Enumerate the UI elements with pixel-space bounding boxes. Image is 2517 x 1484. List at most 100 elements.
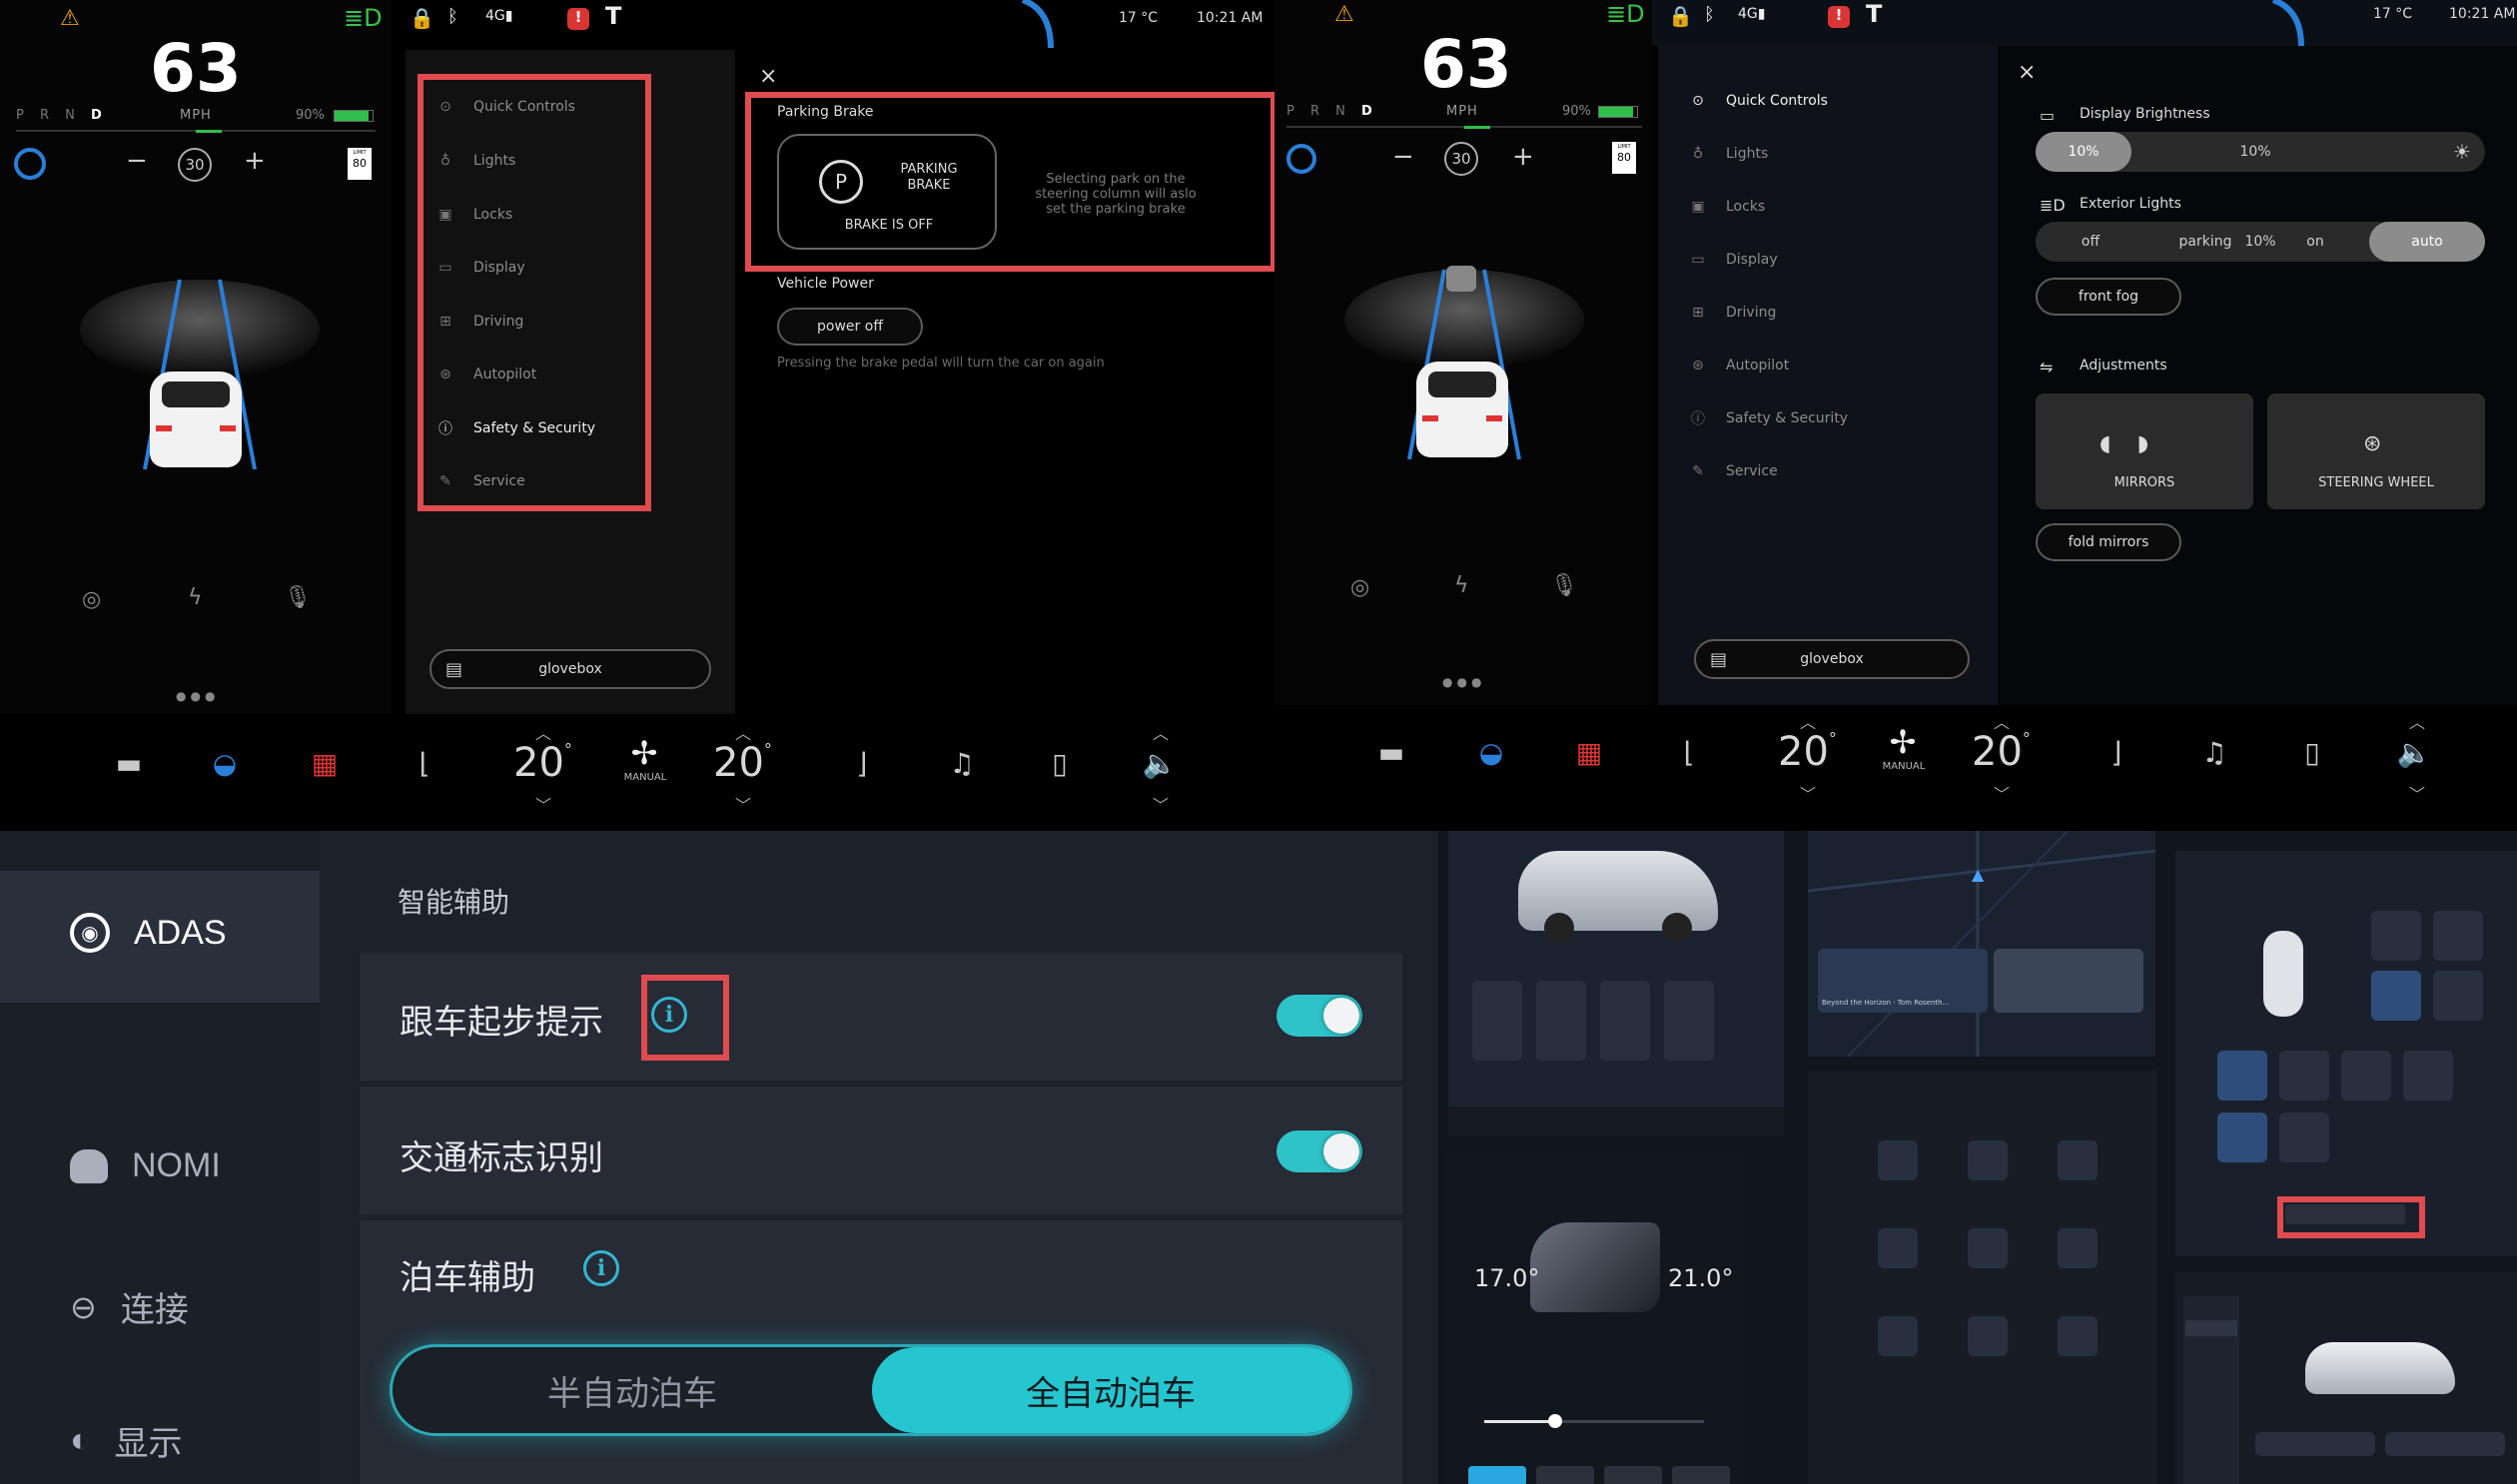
thumbnail-app-grid[interactable] (1808, 1071, 2157, 1484)
menu-item-service[interactable]: ✎ Service (1688, 458, 1778, 484)
tire-pressure-icon[interactable]: ◎ (1350, 575, 1369, 600)
temp-down-right[interactable]: ﹀ (735, 792, 751, 816)
app-icon[interactable] (2058, 1228, 2098, 1268)
parking-option-semi-auto[interactable]: 半自动泊车 (393, 1347, 872, 1433)
volume-down[interactable]: ﹀ (2409, 781, 2425, 805)
glovebox-button[interactable]: ▤ glovebox (429, 649, 711, 689)
microphone-icon[interactable]: 🎙 (284, 585, 312, 610)
rear-defrost-icon[interactable]: ▦ (300, 738, 350, 788)
thumbnail-navigation[interactable]: ▲ Beyond the Horizon · Tom Rosenth... (1808, 831, 2155, 1057)
temp-down-right[interactable]: ﹀ (1994, 781, 2010, 805)
settings-tile[interactable] (2385, 1432, 2505, 1456)
ac-max-button[interactable] (1672, 1466, 1730, 1484)
fold-mirrors-button[interactable]: fold mirrors (2036, 523, 2181, 561)
temp-down-left[interactable]: ﹀ (1800, 781, 1816, 805)
tesla-logo-icon[interactable]: T (1866, 0, 1882, 28)
music-icon[interactable]: ♫ (937, 738, 987, 788)
phone-icon[interactable]: ▯ (2287, 727, 2337, 777)
tesla-logo-icon[interactable]: T (605, 2, 621, 30)
steering-autopilot-icon[interactable] (14, 148, 46, 180)
brightness-thumb[interactable]: 10% (2036, 132, 2131, 172)
app-icon[interactable] (1968, 1228, 2008, 1268)
lock-icon[interactable]: 🔒 (1668, 4, 1693, 28)
volume-icon[interactable]: 🔈 (1135, 738, 1185, 788)
exterior-option-auto[interactable]: auto (2369, 222, 2485, 262)
steering-autopilot-icon[interactable] (1286, 144, 1316, 174)
close-icon[interactable]: × (2018, 60, 2036, 85)
route-card[interactable] (1994, 949, 2143, 1013)
app-icon[interactable] (2058, 1140, 2098, 1180)
music-icon[interactable]: ♫ (2189, 727, 2239, 777)
quick-tile[interactable] (1536, 981, 1586, 1061)
cruise-minus-button[interactable]: − (126, 146, 148, 176)
volume-down[interactable]: ﹀ (1153, 792, 1169, 816)
fan-slider-thumb[interactable] (1548, 1414, 1562, 1428)
seat-heater-left-icon[interactable]: ⌊ (400, 738, 449, 788)
exterior-option-on[interactable]: on (2285, 222, 2345, 262)
ac-button[interactable] (1536, 1466, 1594, 1484)
steering-wheel-button[interactable]: ⊛ STEERING WHEEL (2267, 393, 2485, 509)
alert-icon[interactable]: ! (567, 8, 589, 30)
quick-tile[interactable] (1600, 981, 1650, 1061)
sidebar-item-adas[interactable]: ◉ ADAS (70, 913, 227, 953)
auto-button[interactable] (1604, 1466, 1662, 1484)
parking-option-full-auto[interactable]: 全自动泊车 (872, 1347, 1349, 1433)
menu-item-safety-security[interactable]: ⓘ Safety & Security (1688, 405, 1848, 431)
app-icon[interactable] (2058, 1316, 2098, 1356)
sidebar-item-nomi[interactable]: NOMI (70, 1146, 221, 1185)
car-icon[interactable]: ▬ (1366, 727, 1416, 777)
fan-icon[interactable]: ✢ (1878, 717, 1928, 767)
app-icon[interactable] (1878, 1140, 1918, 1180)
fan-icon[interactable]: ✢ (619, 728, 669, 778)
cruise-minus-button[interactable]: − (1392, 142, 1414, 172)
temp-down-left[interactable]: ﹀ (535, 792, 551, 816)
seat-heater-right-icon[interactable]: ⌋ (837, 738, 887, 788)
info-icon[interactable]: i (583, 1250, 619, 1286)
brightness-slider[interactable]: 10% 10% ☀ (2036, 132, 2485, 172)
settings-item-active[interactable] (2185, 1320, 2237, 1336)
app-icon[interactable] (1968, 1140, 2008, 1180)
exterior-option-parking[interactable]: parking (2165, 222, 2245, 262)
close-icon[interactable]: × (759, 64, 777, 89)
app-icon[interactable] (1878, 1316, 1918, 1356)
control-tile[interactable] (2433, 911, 2483, 961)
thumbnail-settings[interactable] (2175, 1272, 2517, 1484)
exterior-lights-selector[interactable]: off parking 10% on auto (2036, 222, 2485, 262)
app-icon[interactable] (1878, 1228, 1918, 1268)
phone-icon[interactable]: ▯ (1035, 738, 1085, 788)
control-tile-active[interactable] (2217, 1113, 2267, 1162)
lock-icon[interactable]: 🔒 (410, 6, 434, 30)
cruise-plus-button[interactable]: + (244, 146, 266, 176)
control-tile-active[interactable] (2217, 1051, 2267, 1101)
control-tile[interactable] (2371, 911, 2421, 961)
volume-icon[interactable]: 🔈 (2389, 727, 2439, 777)
app-icon[interactable] (1968, 1316, 2008, 1356)
cruise-plus-button[interactable]: + (1512, 142, 1534, 172)
menu-item-locks[interactable]: ▣ Locks (1688, 194, 1765, 220)
charge-icon[interactable]: ϟ (1454, 573, 1469, 598)
front-defrost-icon[interactable]: ◒ (200, 738, 250, 788)
control-tile-active[interactable] (2371, 971, 2421, 1021)
car-icon[interactable]: ▬ (104, 738, 154, 788)
seat-heater-right-icon[interactable]: ⌋ (2092, 727, 2141, 777)
front-defrost-icon[interactable]: ◒ (1466, 727, 1516, 777)
charge-icon[interactable]: ϟ (188, 585, 203, 610)
menu-item-autopilot[interactable]: ⊛ Autopilot (1688, 353, 1789, 378)
rear-defrost-icon[interactable]: ▦ (1564, 727, 1614, 777)
alert-icon[interactable]: ! (1828, 6, 1850, 28)
control-tile[interactable] (2403, 1051, 2453, 1101)
ac-button-active[interactable] (1468, 1466, 1526, 1484)
exterior-option-off[interactable]: off (2056, 222, 2125, 262)
quick-tile[interactable] (1664, 981, 1714, 1061)
thumbnail-climate[interactable]: 17.0° 21.0° (1444, 1152, 1744, 1484)
traffic-sign-toggle[interactable] (1276, 1130, 1362, 1172)
follow-start-toggle[interactable] (1276, 995, 1362, 1037)
glovebox-button[interactable]: ▤ glovebox (1694, 639, 1970, 679)
mirrors-button[interactable]: ◖◗ MIRRORS (2036, 393, 2253, 509)
menu-item-display[interactable]: ▭ Display (1688, 247, 1777, 273)
control-tile[interactable] (2341, 1051, 2391, 1101)
control-tile[interactable] (2433, 971, 2483, 1021)
sidebar-item-display[interactable]: ◐ 显示 (70, 1416, 183, 1465)
tire-pressure-icon[interactable]: ◎ (82, 587, 101, 612)
parking-mode-selector[interactable]: 半自动泊车 全自动泊车 (390, 1344, 1352, 1436)
